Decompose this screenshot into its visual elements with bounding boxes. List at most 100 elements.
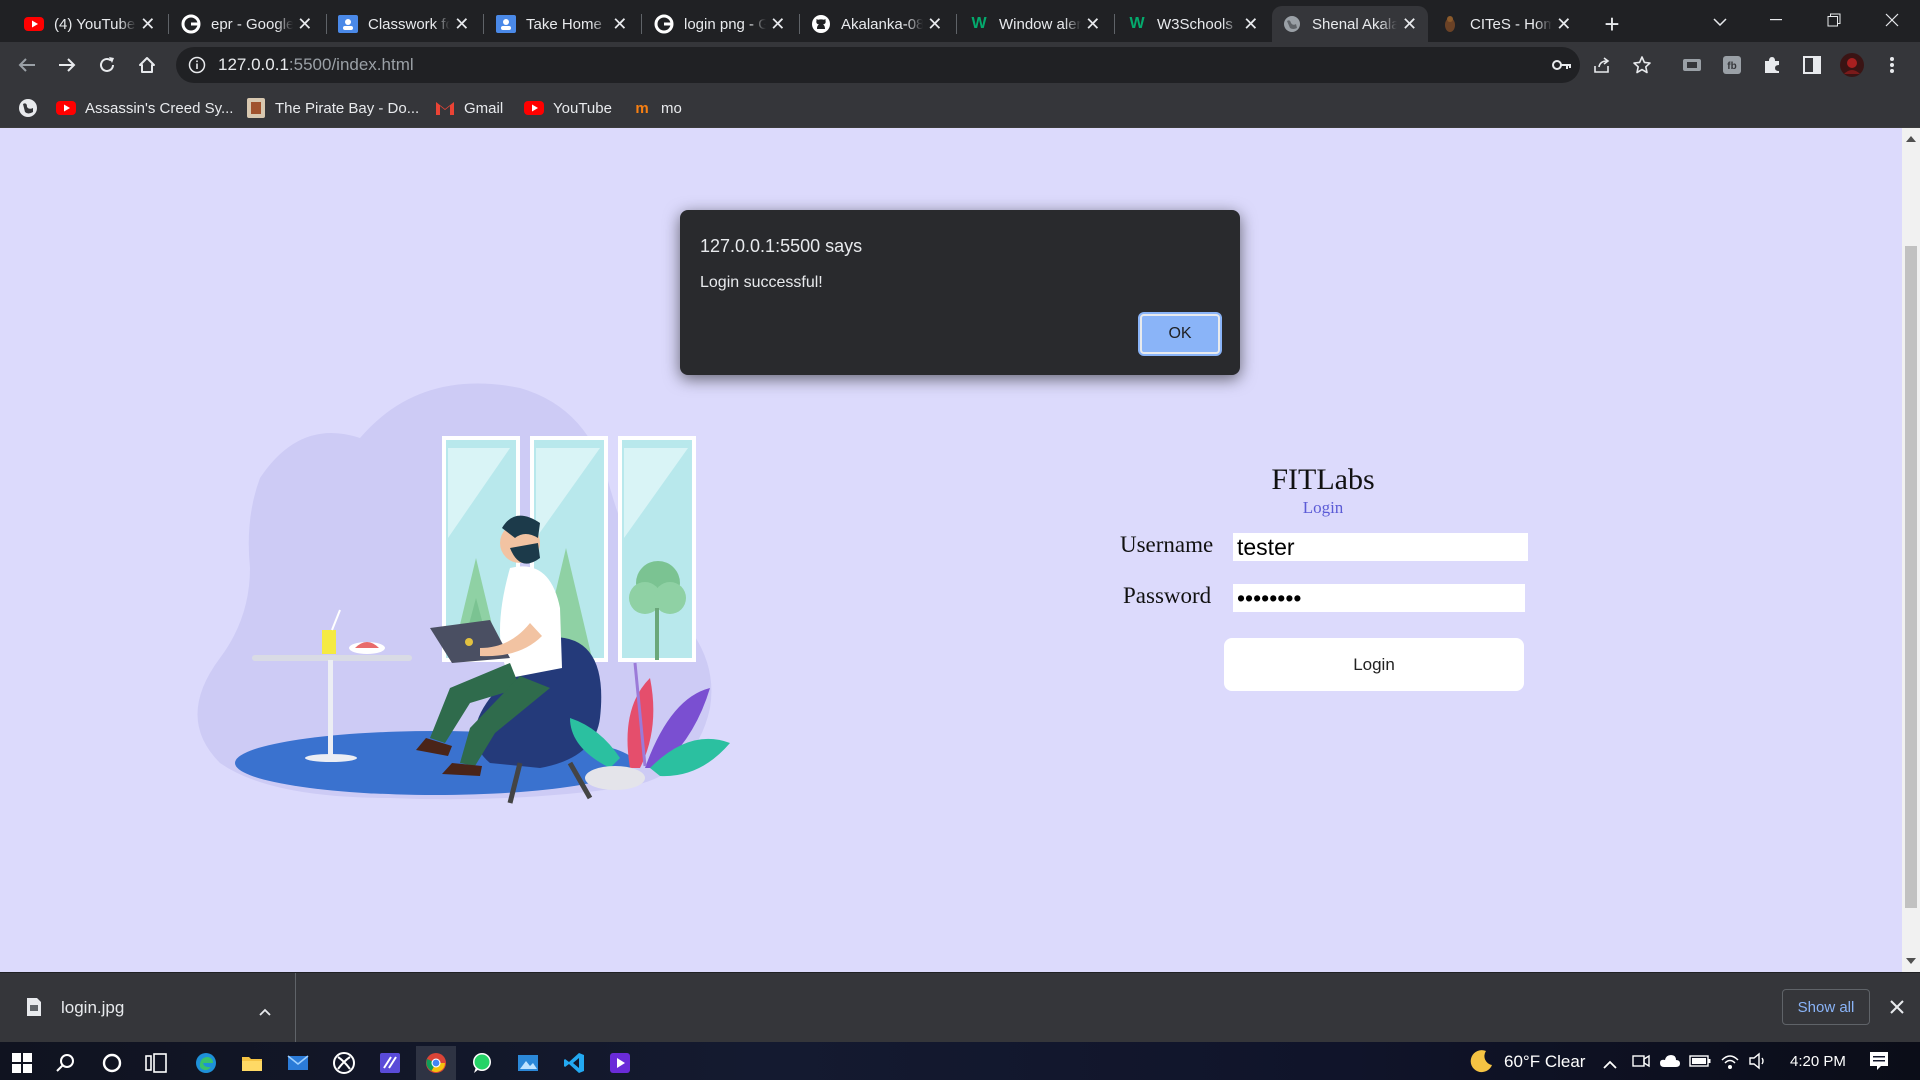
volume-icon[interactable]: [1748, 1052, 1768, 1075]
close-icon[interactable]: ✕: [927, 14, 943, 34]
bookmark-item[interactable]: Gmail: [435, 96, 503, 120]
close-icon[interactable]: ✕: [297, 14, 313, 34]
restore-button[interactable]: [1806, 0, 1862, 40]
globe-icon: [18, 98, 38, 118]
extension-button-2[interactable]: fb: [1716, 49, 1748, 81]
tab-search-button[interactable]: [1706, 8, 1734, 36]
tab-divider: [956, 14, 957, 34]
battery-icon[interactable]: [1689, 1054, 1711, 1073]
bookmarks-bar: Assassin's Creed Sy... The Pirate Bay - …: [0, 88, 1920, 128]
editor-app[interactable]: [370, 1046, 410, 1080]
profile-avatar[interactable]: [1836, 49, 1868, 81]
start-button[interactable]: [2, 1046, 42, 1080]
address-bar[interactable]: 127.0.0.1:5500/index.html: [176, 47, 1580, 83]
tab-youtube[interactable]: (4) YouTube ✕: [14, 6, 166, 42]
meet-icon[interactable]: [1632, 1053, 1650, 1074]
bookmark-apps[interactable]: [18, 96, 47, 120]
tab-classwork[interactable]: Classwork for ✕: [328, 6, 480, 42]
share-button[interactable]: [1586, 49, 1618, 81]
bookmark-star-button[interactable]: [1626, 49, 1658, 81]
file-explorer-app[interactable]: [232, 1046, 272, 1080]
vscode-app[interactable]: [554, 1046, 594, 1080]
minimize-button[interactable]: [1748, 0, 1804, 40]
moon-icon[interactable]: [1468, 1048, 1494, 1079]
tab-login-png[interactable]: login png - Google ✕: [644, 6, 796, 42]
close-icon[interactable]: ✕: [770, 14, 786, 34]
info-icon[interactable]: [188, 56, 206, 79]
xbox-app[interactable]: [324, 1046, 364, 1080]
close-icon[interactable]: ✕: [1243, 14, 1259, 34]
file-icon: [26, 997, 42, 1022]
weather-text[interactable]: 60°F Clear: [1504, 1052, 1585, 1072]
photos-app[interactable]: [508, 1046, 548, 1080]
window-close-button[interactable]: [1864, 0, 1920, 40]
edge-app[interactable]: [186, 1046, 226, 1080]
bookmark-item[interactable]: m mo: [632, 96, 682, 120]
restore-icon: [1827, 13, 1841, 27]
task-view-button[interactable]: [136, 1046, 176, 1080]
tab-divider: [483, 14, 484, 34]
chrome-app[interactable]: [416, 1046, 456, 1080]
scroll-up-icon[interactable]: [1906, 136, 1916, 142]
download-item[interactable]: login.jpg: [0, 973, 296, 1043]
menu-button[interactable]: [1876, 49, 1908, 81]
close-icon[interactable]: ✕: [1556, 14, 1572, 34]
whatsapp-icon: [473, 1053, 491, 1073]
scroll-down-icon[interactable]: [1906, 958, 1916, 964]
close-icon[interactable]: ✕: [1085, 14, 1101, 34]
tab-window-alert[interactable]: W Window alert ✕: [959, 6, 1111, 42]
new-tab-button[interactable]: +: [1596, 8, 1628, 40]
chevron-up-icon[interactable]: [259, 1003, 271, 1021]
bookmark-item[interactable]: YouTube: [524, 96, 612, 120]
github-icon: [811, 14, 831, 34]
tab-google-search[interactable]: epr - Google Search ✕: [171, 6, 323, 42]
username-input[interactable]: [1233, 533, 1528, 561]
side-panel-button[interactable]: [1796, 49, 1828, 81]
back-button[interactable]: [11, 49, 43, 81]
puzzle-icon: [1765, 57, 1779, 73]
media-app[interactable]: [600, 1046, 640, 1080]
close-icon[interactable]: ✕: [612, 14, 628, 34]
scrollbar-thumb[interactable]: [1905, 246, 1917, 908]
close-icon[interactable]: ✕: [1401, 14, 1418, 34]
show-all-button[interactable]: Show all: [1782, 989, 1870, 1025]
tab-take-home[interactable]: Take Home ✕: [486, 6, 638, 42]
cloud-icon[interactable]: [1659, 1054, 1681, 1073]
youtube-icon: [24, 14, 44, 34]
share-icon: [1594, 57, 1610, 73]
username-label: Username: [1120, 532, 1214, 557]
home-button[interactable]: [131, 49, 163, 81]
mail-app[interactable]: [278, 1046, 318, 1080]
notification-icon[interactable]: [1869, 1051, 1889, 1076]
password-input[interactable]: [1233, 584, 1525, 612]
extension-button-1[interactable]: [1676, 49, 1708, 81]
tab-w3schools[interactable]: W W3Schools ✕: [1117, 6, 1269, 42]
extension-icon: fb: [1723, 56, 1741, 74]
close-icon[interactable]: ✕: [454, 14, 470, 34]
arrow-right-icon: [59, 58, 76, 72]
forward-button[interactable]: [51, 49, 83, 81]
close-icon[interactable]: [1890, 1000, 1904, 1019]
wifi-icon[interactable]: [1720, 1052, 1740, 1075]
clock[interactable]: 4:20 PM: [1790, 1053, 1846, 1070]
tab-github[interactable]: Akalanka-08 ✕: [801, 6, 953, 42]
svg-text:fb: fb: [1727, 61, 1736, 72]
chevron-up-icon[interactable]: [1603, 1056, 1617, 1074]
cortana-button[interactable]: [92, 1046, 132, 1080]
alert-ok-button[interactable]: OK: [1140, 314, 1220, 354]
bookmark-item[interactable]: The Pirate Bay - Do...: [246, 96, 419, 120]
whatsapp-app[interactable]: [462, 1046, 502, 1080]
site-brand: FITLabs: [1271, 463, 1375, 496]
close-icon[interactable]: ✕: [140, 14, 156, 34]
tab-cites[interactable]: CITeS - Home ✕: [1430, 6, 1582, 42]
bookmark-item[interactable]: Assassin's Creed Sy...: [56, 96, 233, 120]
page-scrollbar[interactable]: [1902, 128, 1920, 972]
tab-shenal-akalanka[interactable]: Shenal Akalanka ✕: [1272, 6, 1428, 42]
extensions-button[interactable]: [1756, 49, 1788, 81]
login-link[interactable]: Login: [1222, 498, 1424, 518]
search-button[interactable]: [46, 1046, 86, 1080]
alert-message: Login successful!: [700, 274, 823, 291]
login-button[interactable]: Login: [1224, 638, 1524, 691]
reload-button[interactable]: [91, 49, 123, 81]
key-icon[interactable]: [1552, 56, 1572, 79]
